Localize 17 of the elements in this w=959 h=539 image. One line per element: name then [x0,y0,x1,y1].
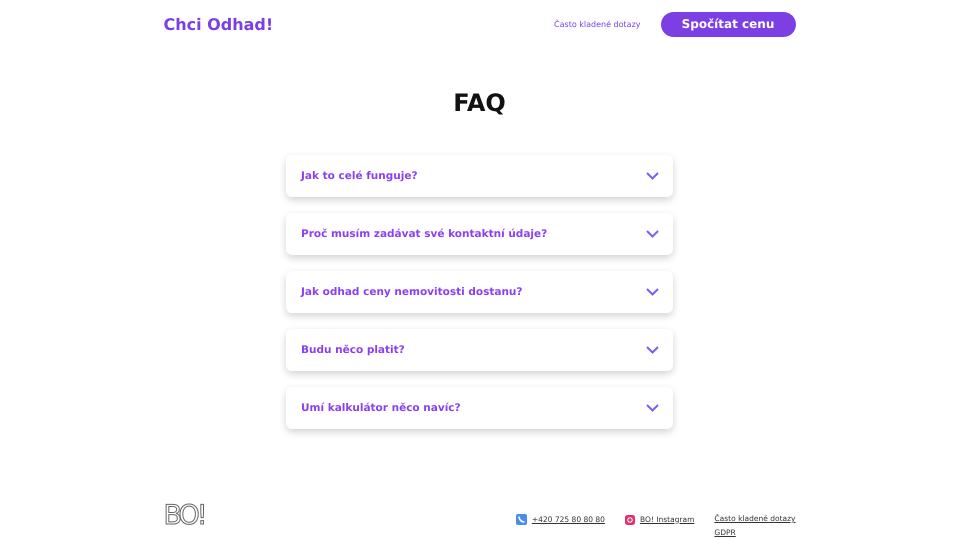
site-logo[interactable]: Chci Odhad! [164,14,274,34]
instagram-icon [624,514,635,524]
chevron-icon [646,230,659,238]
chevron-icon [646,404,659,412]
faq-item[interactable]: Jak to celé funguje? [286,155,673,197]
faq-item[interactable]: Proč musím zadávat své kontaktní údaje? [286,213,673,255]
calculate-price-button[interactable]: Spočítat cenu [660,12,796,36]
faq-link[interactable]: Často kladené dotazy [554,20,640,28]
footer-logo: BO! [164,502,205,530]
chevron-icon [646,172,659,180]
chevron-icon [646,288,659,296]
faq-item[interactable]: Umí kalkulátor něco navíc? [286,387,673,429]
page-title: FAQ [452,88,507,118]
phone-icon [516,514,527,525]
faq-item[interactable]: Jak odhad ceny nemovitosti dostanu? [286,271,673,313]
chevron-icon [646,346,659,354]
faq-item[interactable]: Budu něco platit? [286,329,673,371]
